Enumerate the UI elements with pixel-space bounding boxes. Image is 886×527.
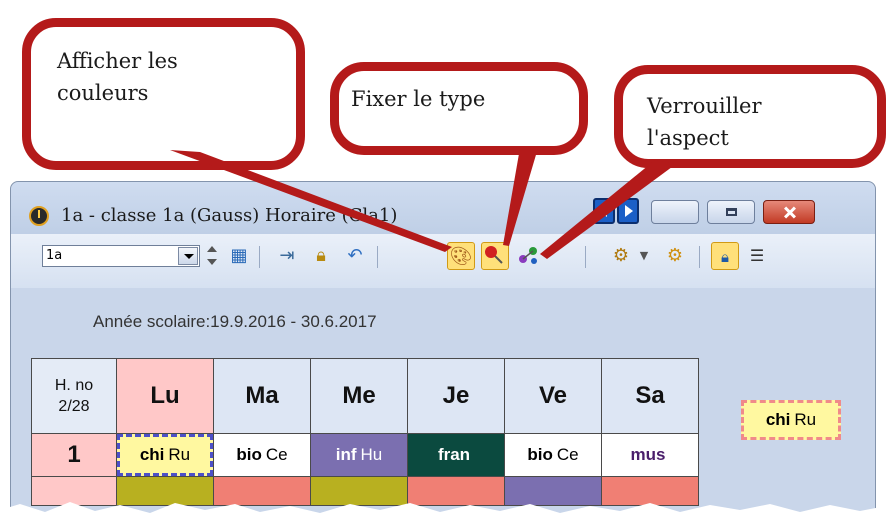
torn-edge (0, 502, 886, 527)
callout-pointers (170, 148, 676, 259)
